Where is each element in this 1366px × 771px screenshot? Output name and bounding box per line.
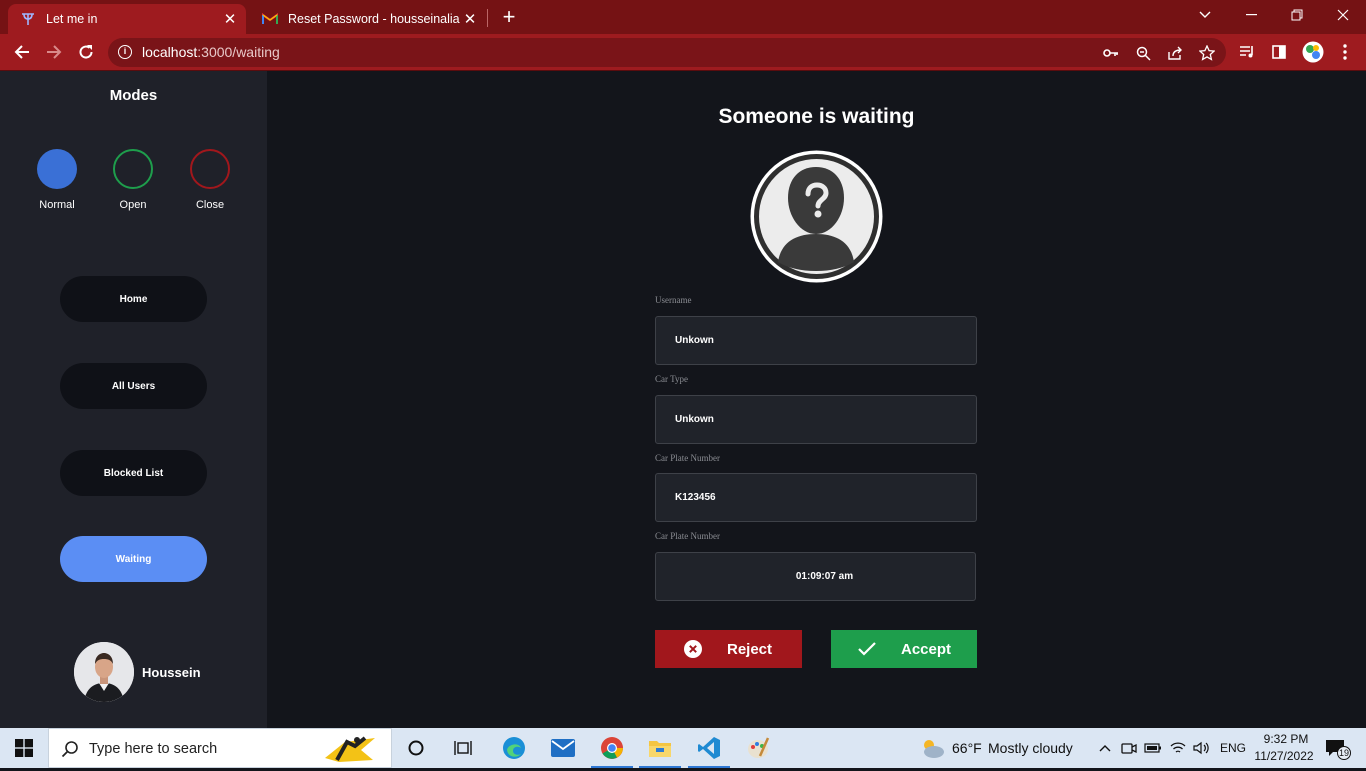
reject-label: Reject bbox=[727, 640, 773, 658]
vscode-icon[interactable] bbox=[686, 728, 732, 768]
clock-time[interactable]: 9:32 PM bbox=[1260, 732, 1312, 746]
mode-label: Normal bbox=[39, 199, 75, 211]
search-placeholder: Type here to search bbox=[89, 741, 218, 757]
time-label: Car Plate Number bbox=[655, 531, 720, 541]
mode-normal-circle[interactable] bbox=[37, 149, 77, 189]
edge-icon[interactable] bbox=[491, 728, 537, 768]
weather-temp[interactable]: 66°F bbox=[952, 740, 982, 756]
share-icon[interactable] bbox=[1166, 44, 1184, 62]
mode-open-circle[interactable] bbox=[113, 149, 153, 189]
nav-waiting-button[interactable]: Waiting bbox=[60, 536, 207, 582]
windows-taskbar: Type here to search 66°F Mostly cloudy E… bbox=[0, 728, 1366, 768]
language-indicator[interactable]: ENG bbox=[1220, 741, 1246, 755]
minimize-button[interactable] bbox=[1228, 0, 1274, 30]
page-title: Someone is waiting bbox=[718, 105, 915, 128]
windows-start-icon[interactable] bbox=[0, 728, 48, 768]
meet-now-icon[interactable] bbox=[1120, 739, 1138, 757]
mode-normal[interactable]: Normal bbox=[27, 149, 87, 211]
profile-avatar-icon[interactable] bbox=[1302, 41, 1324, 63]
x-circle-icon bbox=[683, 639, 703, 659]
nav-all-users-button[interactable]: All Users bbox=[60, 363, 207, 409]
username-label: Username bbox=[655, 295, 692, 305]
browser-titlebar: Let me in ✕ Reset Password - housseinali… bbox=[0, 0, 1366, 34]
reload-icon[interactable] bbox=[73, 39, 99, 65]
accept-button[interactable]: Accept bbox=[831, 630, 977, 668]
tab-search-icon[interactable] bbox=[1182, 0, 1228, 30]
battery-icon[interactable] bbox=[1144, 739, 1162, 757]
gmail-icon bbox=[262, 11, 278, 27]
unknown-person-icon bbox=[750, 150, 883, 283]
user-profile[interactable]: Houssein bbox=[74, 642, 201, 702]
new-tab-button[interactable]: + bbox=[498, 6, 520, 28]
more-menu-icon[interactable] bbox=[1335, 42, 1355, 62]
reject-button[interactable]: Reject bbox=[655, 630, 802, 668]
url-path: :3000/waiting bbox=[197, 44, 280, 60]
accept-label: Accept bbox=[901, 640, 952, 658]
tab-title: Reset Password - housseinalialdr bbox=[288, 12, 460, 26]
site-info-icon[interactable]: i bbox=[118, 45, 132, 59]
app-logo-icon bbox=[20, 11, 36, 27]
car-plate-label: Car Plate Number bbox=[655, 453, 720, 463]
mode-close-circle[interactable] bbox=[190, 149, 230, 189]
task-view-icon[interactable] bbox=[440, 728, 486, 768]
close-tab-icon[interactable]: ✕ bbox=[460, 9, 480, 29]
cortana-icon[interactable] bbox=[393, 728, 439, 768]
close-window-button[interactable] bbox=[1320, 0, 1366, 30]
car-type-label: Car Type bbox=[655, 374, 688, 384]
mail-icon[interactable] bbox=[540, 728, 586, 768]
volume-icon[interactable] bbox=[1192, 739, 1210, 757]
close-tab-icon[interactable]: ✕ bbox=[220, 9, 240, 29]
username-field[interactable]: Unkown bbox=[655, 316, 977, 365]
tab-title: Let me in bbox=[46, 12, 98, 26]
mode-label: Close bbox=[195, 199, 225, 211]
tab-reset-password[interactable]: Reset Password - housseinalialdr ✕ bbox=[250, 4, 486, 34]
avatar[interactable] bbox=[74, 642, 134, 702]
nav-home-button[interactable]: Home bbox=[60, 276, 207, 322]
zoom-icon[interactable] bbox=[1134, 44, 1152, 62]
notification-count: 19 bbox=[1338, 748, 1349, 758]
checkmark-icon bbox=[857, 639, 877, 659]
clock-date[interactable]: 11/27/2022 bbox=[1250, 749, 1318, 763]
modes-title: Modes bbox=[109, 87, 158, 104]
time-field[interactable]: 01:09:07 am bbox=[655, 552, 976, 601]
search-icon bbox=[61, 740, 79, 763]
browser-toolbar: i localhost:3000/waiting bbox=[0, 34, 1366, 71]
media-control-icon[interactable] bbox=[1237, 42, 1257, 62]
key-icon[interactable] bbox=[1102, 44, 1120, 62]
side-panel-icon[interactable] bbox=[1269, 42, 1289, 62]
bookmark-star-icon[interactable] bbox=[1198, 44, 1216, 62]
main-content: Someone is waiting Username Unkown Car T… bbox=[267, 71, 1366, 728]
nav-blocked-list-button[interactable]: Blocked List bbox=[60, 450, 207, 496]
search-highlight-art-icon bbox=[321, 732, 381, 766]
mode-close[interactable]: Close bbox=[180, 149, 240, 211]
mode-open[interactable]: Open bbox=[103, 149, 163, 211]
forward-arrow-icon[interactable] bbox=[41, 39, 67, 65]
sidebar: Modes Normal Open Close Home All Users B… bbox=[0, 71, 267, 728]
paint-icon[interactable] bbox=[735, 728, 781, 768]
mode-label: Open bbox=[119, 199, 147, 211]
taskbar-search-box[interactable]: Type here to search bbox=[48, 728, 392, 768]
tab-let-me-in[interactable]: Let me in ✕ bbox=[8, 4, 246, 34]
address-bar[interactable]: i localhost:3000/waiting bbox=[108, 38, 1226, 67]
car-plate-field[interactable]: K123456 bbox=[655, 473, 977, 522]
file-explorer-icon[interactable] bbox=[637, 728, 683, 768]
weather-text[interactable]: Mostly cloudy bbox=[988, 740, 1073, 756]
url-text: localhost:3000/waiting bbox=[142, 44, 280, 60]
restore-button[interactable] bbox=[1274, 0, 1320, 30]
car-type-field[interactable]: Unkown bbox=[655, 395, 977, 444]
tab-separator bbox=[487, 9, 488, 27]
wifi-icon[interactable] bbox=[1169, 739, 1187, 757]
chrome-icon[interactable] bbox=[589, 728, 635, 768]
chevron-up-icon[interactable] bbox=[1096, 739, 1114, 757]
url-host: localhost bbox=[142, 44, 198, 60]
weather-cloudy-icon[interactable] bbox=[918, 736, 946, 760]
back-arrow-icon[interactable] bbox=[9, 39, 35, 65]
profile-name: Houssein bbox=[142, 664, 201, 680]
